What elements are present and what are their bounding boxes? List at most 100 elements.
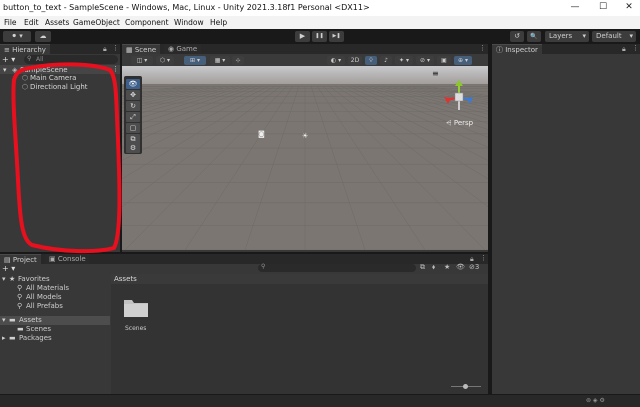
pause-button[interactable]: ❚❚ — [312, 31, 327, 42]
folder-icon[interactable] — [123, 296, 149, 318]
inspector-tab-icon: ⓘ — [496, 46, 506, 54]
project-panel: ▤ Project ▣ Console 🔒︎ ⋮ + ▾ ⚲ ⧉ ⬧ ★ 👁︎ … — [0, 254, 488, 394]
create-asset-button[interactable]: + ▾ — [2, 264, 22, 273]
search-icon[interactable]: 🔍 — [527, 31, 541, 42]
2d-toggle[interactable]: 2D — [348, 56, 362, 65]
visibility-toggle-icon[interactable]: ⊘ ▾ — [416, 56, 434, 65]
more-menu-icon[interactable]: ⋮ — [479, 44, 486, 52]
hidden-count: ⊘3 — [469, 263, 479, 271]
maximize-button[interactable]: ☐ — [594, 2, 612, 14]
close-button[interactable]: ✕ — [620, 2, 638, 14]
menu-file[interactable]: File — [4, 18, 17, 27]
menu-edit[interactable]: Edit — [24, 18, 39, 27]
view-tool-icon[interactable]: 👁︎ — [126, 79, 140, 89]
filter-label-icon[interactable]: ⬧ — [432, 263, 435, 272]
folder-label[interactable]: Scenes — [125, 325, 146, 332]
menu-assets[interactable]: Assets — [45, 18, 69, 27]
more-menu-icon[interactable]: ⋮ — [112, 44, 119, 52]
cloud-icon[interactable]: ☁ — [35, 31, 51, 42]
play-button[interactable]: ▶ — [295, 31, 310, 42]
hierarchy-tab-icon: ≡ — [4, 46, 13, 54]
effects-toggle-icon[interactable]: ✦ ▾ — [395, 56, 413, 65]
project-search-input[interactable]: ⚲ — [258, 263, 416, 272]
layers-dropdown[interactable]: Layers ▾ — [545, 31, 589, 42]
favorites-item[interactable]: All Models — [26, 293, 62, 301]
orientation-gizmo[interactable] — [442, 80, 476, 114]
console-tab-label: Console — [57, 255, 86, 263]
star-icon: ★ — [9, 275, 16, 283]
tree-item-scenes[interactable]: Scenes — [26, 325, 51, 333]
window-title: button_to_text - SampleScene - Windows, … — [3, 3, 370, 12]
menu-component[interactable]: Component — [125, 18, 169, 27]
favorites-item[interactable]: All Prefabs — [26, 302, 63, 310]
menu-help[interactable]: Help — [210, 18, 227, 27]
favorites-item[interactable]: All Materials — [26, 284, 69, 292]
layout-label: Default — [596, 32, 622, 40]
packages-label[interactable]: Packages — [19, 334, 52, 342]
search-icon: ⚲ — [17, 284, 23, 292]
history-icon[interactable]: ↺ — [510, 31, 524, 42]
minimize-button[interactable]: — — [566, 2, 584, 14]
red-annotation-loop — [11, 62, 122, 254]
lock-icon[interactable]: 🔒︎ — [622, 45, 626, 54]
scale-tool-icon[interactable]: ⤢ — [126, 112, 140, 122]
audio-toggle-icon[interactable]: ♪ — [380, 56, 392, 65]
scene-viewport[interactable]: 👁︎ ✥ ↻ ⤢ ▢ ⧉ ⚙ ◙ ☀ ⩤ Persp ≡ — [122, 66, 488, 250]
status-bar: ⊚ ◈ ⚙ — [0, 395, 640, 407]
status-icons: ⊚ ◈ ⚙ — [586, 397, 605, 404]
project-tabstrip: ▤ Project ▣ Console 🔒︎ ⋮ — [0, 254, 488, 265]
favorites-expand-icon[interactable]: ▾ — [2, 275, 6, 283]
tab-hierarchy[interactable]: ≡ Hierarchy — [0, 44, 50, 55]
favorite-star-icon[interactable]: ★ — [444, 263, 450, 271]
snap-button[interactable]: ⊹ — [232, 56, 244, 65]
more-menu-icon[interactable]: ⋮ — [632, 44, 639, 52]
step-button[interactable]: ▶❚ — [329, 31, 344, 42]
overlay-menu-icon[interactable]: ≡ — [432, 69, 439, 78]
project-tab-icon: ▤ — [4, 256, 13, 264]
scene-tab-icon: ▦ — [126, 46, 135, 54]
tab-console[interactable]: ▣ Console — [45, 254, 90, 264]
pivot-button[interactable]: ⊞ ▾ — [184, 56, 206, 65]
console-tab-icon: ▣ — [49, 255, 58, 263]
tab-inspector[interactable]: ⓘ Inspector — [492, 44, 542, 55]
gizmo-cube-button[interactable]: ⬡ ▾ — [156, 56, 174, 65]
rect-tool-icon[interactable]: ▢ — [126, 123, 140, 133]
more-menu-icon[interactable]: ⋮ — [480, 254, 487, 262]
lock-icon[interactable]: 🔒︎ — [103, 45, 107, 54]
layout-dropdown[interactable]: Default ▾ — [592, 31, 636, 42]
game-tab-label: Game — [176, 45, 198, 53]
gizmos-button[interactable]: ⊕ ▾ — [454, 56, 472, 65]
move-tool-icon[interactable]: ✥ — [126, 90, 140, 100]
custom-tool-icon[interactable]: ⚙ — [126, 143, 140, 153]
shading-button[interactable]: ◐ ▾ — [327, 56, 345, 65]
camera-gizmo-icon[interactable]: ◙ — [258, 130, 265, 138]
filter-type-icon[interactable]: ⧉ — [420, 263, 425, 272]
assets-label: Assets — [19, 316, 42, 324]
assets-expand-icon[interactable]: ▾ — [2, 316, 6, 324]
breadcrumb-assets[interactable]: Assets — [114, 275, 137, 283]
packages-expand-icon[interactable]: ▸ — [2, 334, 6, 342]
tab-game[interactable]: ◉ Game — [164, 44, 202, 54]
folder-icon: ▬ — [17, 325, 24, 333]
persp-label[interactable]: ⩤ Persp — [446, 119, 473, 128]
scene-grid — [122, 66, 488, 250]
scene-tabstrip: ▦ Scene ◉ Game ⋮ — [122, 44, 488, 55]
account-button[interactable]: ⚫ ▾ — [3, 31, 31, 42]
assets-row[interactable]: ▾ ▬ Assets — [0, 316, 110, 325]
breadcrumb: Assets — [111, 274, 488, 284]
hidden-packages-icon[interactable]: 👁︎ — [456, 263, 465, 271]
grid-button[interactable]: ▦ ▾ — [210, 56, 230, 65]
lighting-toggle-icon[interactable]: 💡︎ — [365, 56, 377, 65]
draw-mode-button[interactable]: ◫ ▾ — [131, 56, 153, 65]
light-gizmo-icon[interactable]: ☀ — [302, 132, 308, 140]
menu-gameobject[interactable]: GameObject — [73, 18, 120, 27]
menu-window[interactable]: Window — [174, 18, 204, 27]
zoom-slider-thumb[interactable] — [463, 384, 468, 389]
favorites-label[interactable]: Favorites — [18, 275, 50, 283]
folder-icon: ▬ — [9, 334, 16, 342]
rotate-tool-icon[interactable]: ↻ — [126, 101, 140, 111]
project-tree: ▾ ★ Favorites ⚲ All Materials ⚲ All Mode… — [0, 274, 110, 394]
main-toolbar: ⚫ ▾ ☁ ▶ ❚❚ ▶❚ ↺ 🔍 Layers ▾ Default ▾ — [0, 29, 640, 44]
camera-settings-icon[interactable]: ▣ — [437, 56, 451, 65]
persp-text: Persp — [453, 119, 474, 127]
